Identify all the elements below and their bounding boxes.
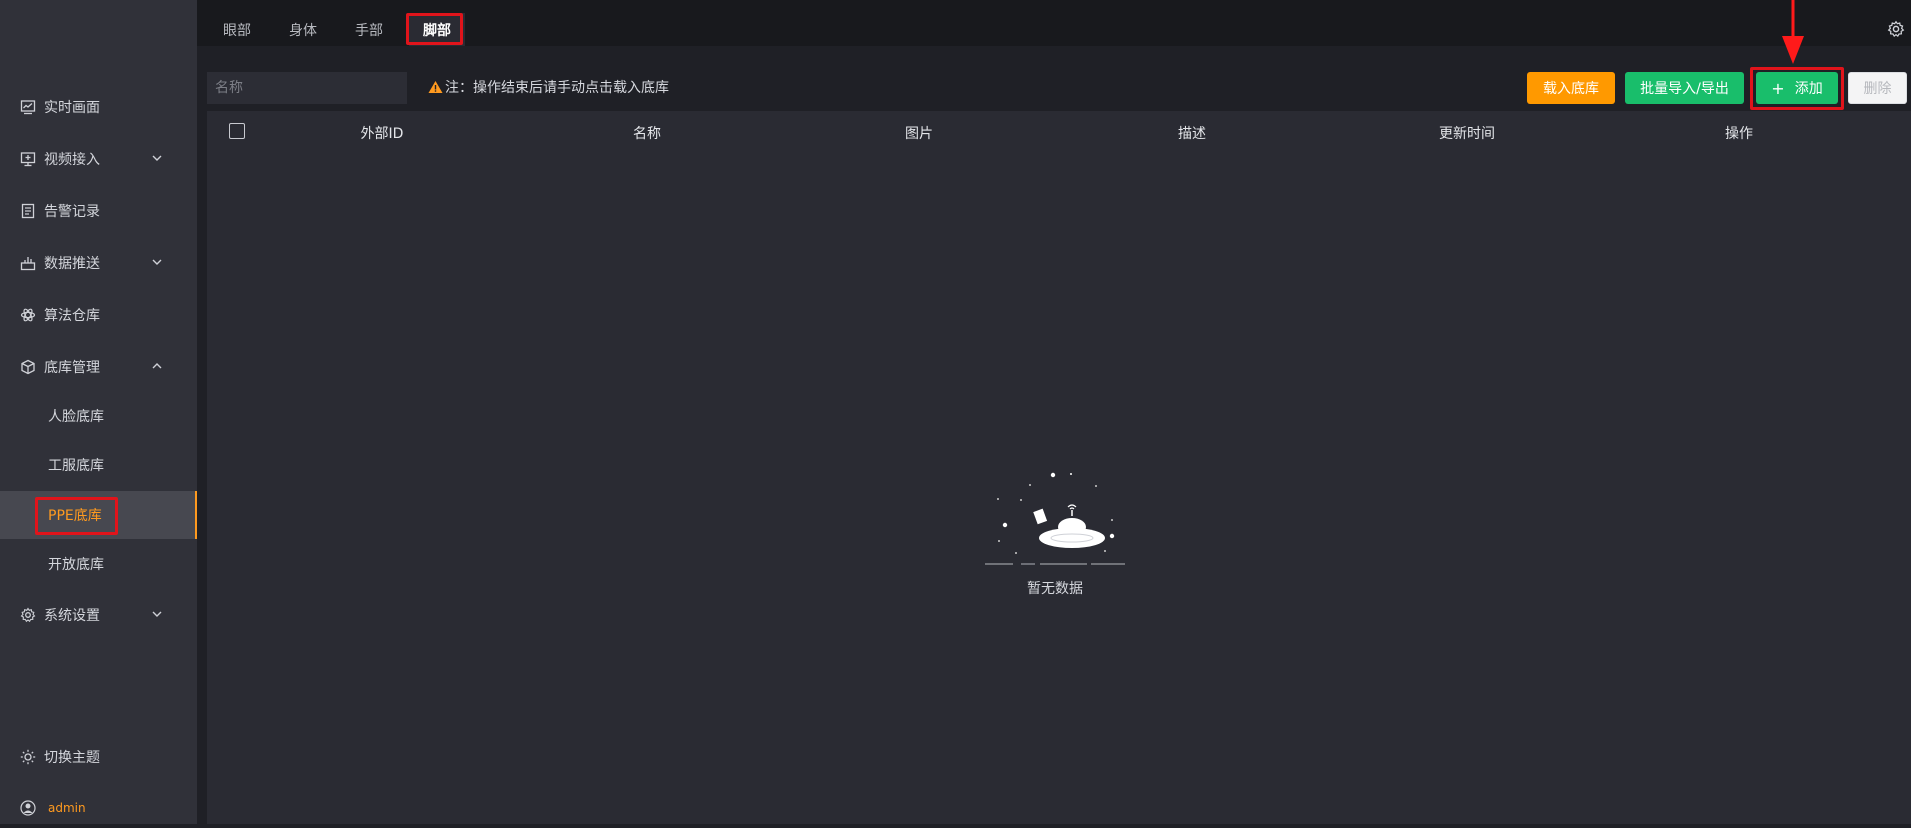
- sidebar-subitem-face-library[interactable]: 人脸底库: [0, 392, 197, 440]
- sidebar-item-alarms[interactable]: 告警记录: [0, 191, 197, 231]
- upload-chart-icon: [20, 255, 36, 271]
- user-menu[interactable]: admin: [0, 788, 197, 828]
- chevron-up-icon: [152, 363, 162, 369]
- search-input[interactable]: [207, 72, 407, 104]
- add-button-label: 添加: [1794, 81, 1823, 97]
- add-button[interactable]: + 添加: [1756, 72, 1838, 104]
- warning-icon: [428, 81, 443, 93]
- table-header: 外部ID 名称 图片 描述 更新时间 操作: [207, 111, 1911, 155]
- notice: 注：操作结束后请手动点击载入底库: [428, 77, 669, 97]
- sidebar-subitem-uniform-library[interactable]: 工服底库: [0, 441, 197, 489]
- sidebar-subitem-label: 开放底库: [48, 557, 104, 573]
- tab-foot[interactable]: 脚部: [409, 13, 465, 47]
- sidebar-item-system-settings[interactable]: 系统设置: [0, 595, 197, 635]
- avatar: [20, 800, 36, 816]
- sidebar-item-label: 系统设置: [44, 608, 100, 624]
- theme-switch[interactable]: 切换主题: [0, 737, 197, 777]
- sidebar-item-label: 数据推送: [44, 256, 100, 272]
- sidebar-subitem-label: 人脸底库: [48, 409, 104, 425]
- sidebar-item-library-management[interactable]: 底库管理: [0, 347, 197, 387]
- select-all-checkbox[interactable]: [229, 123, 245, 139]
- sidebar-item-algorithms[interactable]: 算法仓库: [0, 295, 197, 335]
- sidebar-item-video[interactable]: 视频接入: [0, 139, 197, 179]
- gear-icon: [20, 607, 36, 623]
- arrow-down-icon: [1782, 0, 1804, 64]
- tab-bar: 眼部 身体 手部 脚部: [197, 0, 1911, 47]
- sidebar-subitem-ppe-library[interactable]: PPE底库: [0, 491, 197, 539]
- theme-switch-label: 切换主题: [44, 750, 100, 766]
- column-header: 外部ID: [360, 126, 404, 142]
- monitor-chart-icon: [20, 99, 36, 115]
- chevron-down-icon: [152, 259, 162, 265]
- column-header: 更新时间: [1439, 126, 1495, 142]
- algorithm-icon: [20, 307, 36, 323]
- sidebar-item-label: 实时画面: [44, 100, 100, 116]
- column-header: 图片: [905, 126, 933, 142]
- empty-ufo-icon: [985, 472, 1125, 565]
- load-library-button[interactable]: 载入底库: [1527, 72, 1615, 104]
- batch-import-export-button[interactable]: 批量导入/导出: [1625, 72, 1744, 104]
- sidebar-subitem-open-library[interactable]: 开放底库: [0, 540, 197, 588]
- empty-state: 暂无数据: [985, 470, 1125, 597]
- column-header: 操作: [1725, 126, 1753, 142]
- sun-icon: [20, 749, 36, 765]
- user-name: admin: [48, 801, 86, 815]
- settings-gear-icon[interactable]: [1887, 20, 1905, 38]
- sidebar-subitem-label: PPE底库: [48, 508, 102, 524]
- tab-body[interactable]: 身体: [278, 13, 328, 47]
- sidebar-item-realtime[interactable]: 实时画面: [0, 87, 197, 127]
- chevron-down-icon: [152, 155, 162, 161]
- tab-eye[interactable]: 眼部: [212, 13, 262, 47]
- column-header: 描述: [1178, 126, 1206, 142]
- sidebar-subitem-label: 工服底库: [48, 458, 104, 474]
- column-header: 名称: [633, 126, 661, 142]
- sidebar-item-label: 视频接入: [44, 152, 100, 168]
- notice-text: 注：操作结束后请手动点击载入底库: [445, 80, 669, 96]
- sidebar-item-label: 算法仓库: [44, 308, 100, 324]
- sidebar-item-data-push[interactable]: 数据推送: [0, 243, 197, 283]
- tab-hand[interactable]: 手部: [344, 13, 394, 47]
- sidebar-item-label: 底库管理: [44, 360, 100, 376]
- plus-icon: +: [1771, 78, 1785, 98]
- sidebar-item-label: 告警记录: [44, 204, 100, 220]
- sidebar: 实时画面 视频接入 告警记录 数据推送 算法仓库 底库管理 人脸底库 工服底库 …: [0, 0, 197, 824]
- empty-text: 暂无数据: [1027, 581, 1083, 597]
- cube-icon: [20, 359, 36, 375]
- screen-icon: [20, 151, 36, 167]
- delete-button[interactable]: 删除: [1848, 72, 1907, 104]
- document-icon: [20, 203, 36, 219]
- chevron-down-icon: [152, 611, 162, 617]
